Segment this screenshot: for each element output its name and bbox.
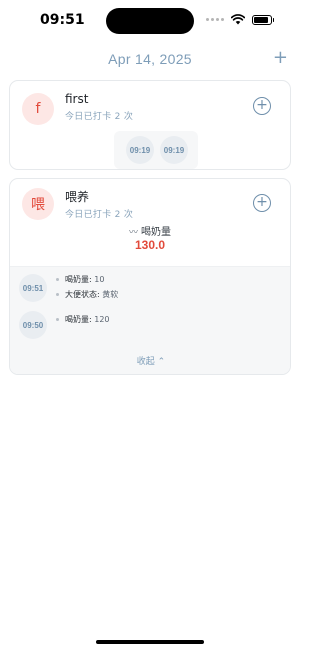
status-icons xyxy=(206,14,274,25)
record-field: 喝奶量: 120 xyxy=(56,314,110,325)
add-button[interactable]: + xyxy=(273,48,288,68)
stat-label: 〰喝奶量 xyxy=(10,223,290,238)
record-field: 喝奶量: 10 xyxy=(56,274,104,285)
record-time-chip[interactable]: 09:50 xyxy=(19,311,47,339)
header: Apr 14, 2025 + xyxy=(0,48,300,70)
bullet-icon xyxy=(56,293,59,296)
stat-value: 130.0 xyxy=(134,238,166,252)
bullet-icon xyxy=(56,278,59,281)
collapse-button[interactable]: 收起 ⌃ xyxy=(10,354,290,367)
status-bar: 09:51 xyxy=(0,0,300,40)
checkin-count: 今日已打卡 2 次 xyxy=(65,112,134,122)
record-field: 大便状态: 黄软 xyxy=(56,289,118,300)
date-title[interactable]: Apr 14, 2025 xyxy=(0,51,300,67)
status-time: 09:51 xyxy=(40,12,85,28)
time-chip[interactable]: 09:19 xyxy=(126,136,154,164)
battery-icon xyxy=(252,14,274,25)
field-value: 黄软 xyxy=(102,290,119,299)
plus-circle-icon[interactable]: + xyxy=(253,194,271,212)
signal-icon xyxy=(206,18,224,21)
stat-label-text: 喝奶量 xyxy=(141,227,171,238)
card-title: 喂养 xyxy=(65,190,90,204)
checkin-card[interactable]: 喂 喂养 今日已打卡 2 次 + 〰喝奶量 130.0 09:51 喝奶量: 1… xyxy=(9,178,291,375)
trend-icon: 〰 xyxy=(128,228,138,238)
field-value: 120 xyxy=(94,315,110,324)
field-key: 喝奶量 xyxy=(65,315,89,324)
avatar: 喂 xyxy=(22,188,54,220)
card-title: first xyxy=(65,92,89,106)
wifi-icon xyxy=(231,14,245,25)
home-indicator[interactable] xyxy=(96,640,204,644)
field-key: 喝奶量 xyxy=(65,275,89,284)
dynamic-island xyxy=(106,8,194,34)
plus-circle-icon[interactable]: + xyxy=(253,97,271,115)
checkin-card[interactable]: f first 今日已打卡 2 次 + 09:19 09:19 xyxy=(9,80,291,170)
time-chip[interactable]: 09:19 xyxy=(160,136,188,164)
time-chip-list: 09:19 09:19 xyxy=(114,131,198,169)
checkin-count: 今日已打卡 2 次 xyxy=(65,210,134,220)
field-key: 大便状态 xyxy=(65,290,97,299)
record-list: 09:51 喝奶量: 10 大便状态: 黄软 09:50 喝奶量: 120 收起… xyxy=(10,266,290,374)
field-value: 10 xyxy=(94,275,105,284)
record-time-chip[interactable]: 09:51 xyxy=(19,274,47,302)
avatar: f xyxy=(22,93,54,125)
bullet-icon xyxy=(56,318,59,321)
